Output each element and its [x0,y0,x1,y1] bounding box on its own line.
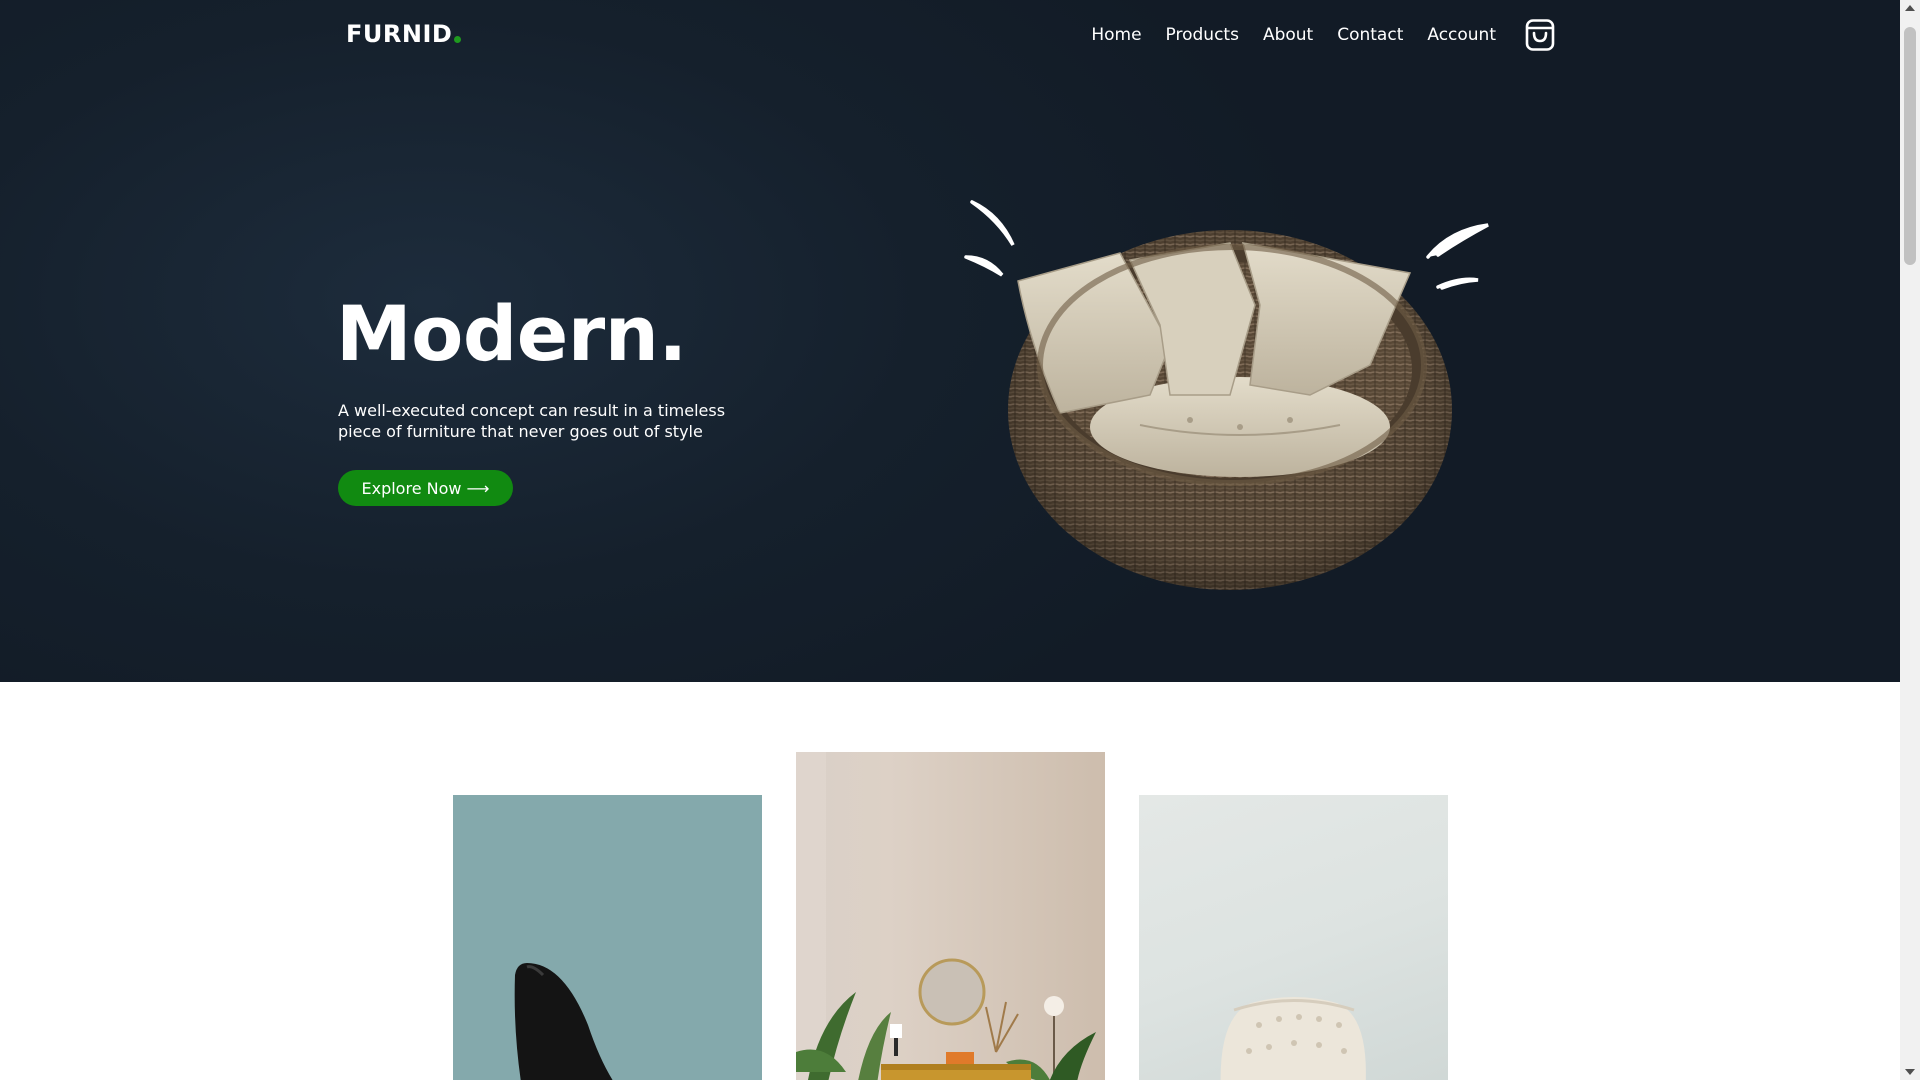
navbar: FURNID Home Products About Contact Accou… [0,0,1900,72]
page-viewport: FURNID Home Products About Contact Accou… [0,0,1900,1080]
hero-chair-image [960,195,1500,595]
nav-item-about[interactable]: About [1263,25,1313,45]
nav-item-home[interactable]: Home [1091,25,1141,45]
brand-logo-dot [454,36,462,43]
brand-name: FURNID [346,20,453,48]
living-room-image [796,752,1096,1080]
nav-item-account[interactable]: Account [1427,25,1496,45]
cream-armchair-image [1220,997,1366,1080]
main-nav: Home Products About Contact Account [1091,25,1496,45]
explore-now-button[interactable]: Explore Now ⟶ [338,470,513,506]
shopping-bag-icon[interactable] [1524,18,1556,52]
gallery-card-black-chair[interactable] [453,795,762,1080]
brand-logo[interactable]: FURNID [346,20,462,48]
scroll-up-arrow-icon[interactable] [1900,0,1920,17]
gallery-card-cream-armchair[interactable] [1139,795,1448,1080]
scroll-down-arrow-icon[interactable] [1900,1063,1920,1080]
hero-section: FURNID Home Products About Contact Accou… [0,0,1900,682]
nav-item-products[interactable]: Products [1166,25,1239,45]
black-chair-image [514,963,613,1080]
hero-title: Modern. [336,289,687,378]
nav-item-contact[interactable]: Contact [1337,25,1403,45]
vertical-scrollbar[interactable] [1900,0,1920,1080]
gallery-card-living-room[interactable] [796,752,1105,1080]
hero-description: A well-executed concept can result in a … [338,401,726,441]
scrollbar-thumb[interactable] [1904,27,1916,265]
